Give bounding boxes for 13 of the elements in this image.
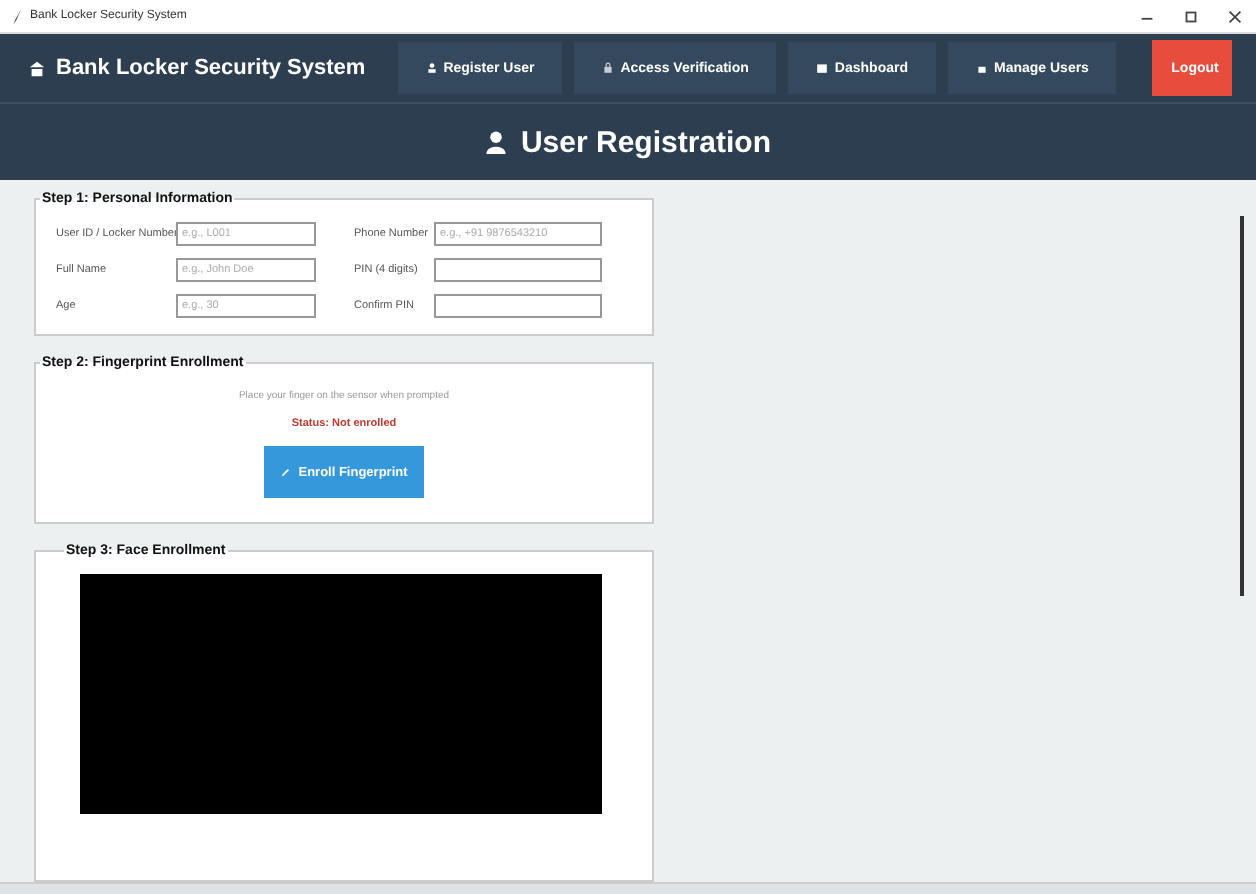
user-icon [484, 130, 509, 154]
app-title: Bank Locker Security System [56, 56, 366, 80]
square-icon [975, 62, 988, 74]
bank-icon [28, 59, 46, 77]
page-title: User Registration [520, 125, 772, 159]
scrollbar[interactable] [1240, 216, 1244, 596]
lock-icon [602, 62, 615, 74]
user-icon [425, 62, 438, 74]
close-icon[interactable] [1226, 7, 1244, 25]
pen-icon [280, 466, 293, 478]
input-field[interactable] [434, 294, 602, 318]
restore-icon[interactable] [1182, 7, 1200, 25]
input-field[interactable] [434, 258, 602, 282]
